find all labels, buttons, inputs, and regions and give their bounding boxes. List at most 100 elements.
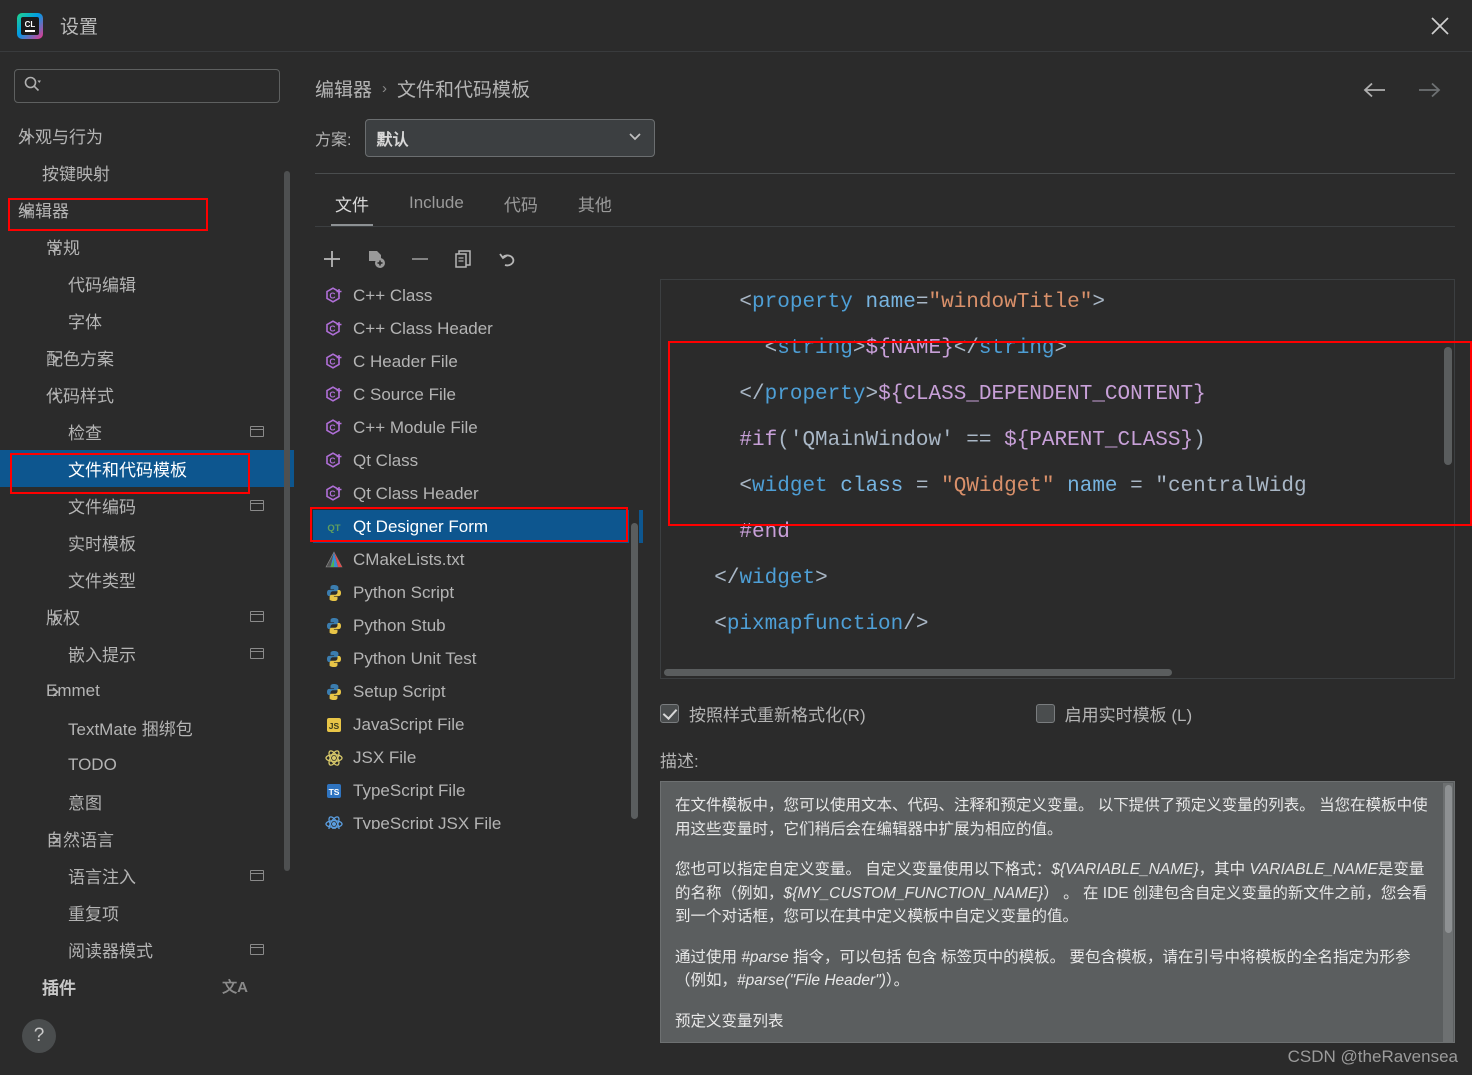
template-item-10[interactable]: Python Stub bbox=[313, 609, 643, 642]
sidebar-item-22[interactable]: 阅读器模式 bbox=[0, 931, 294, 968]
template-item-3[interactable]: C C Source File bbox=[313, 378, 643, 411]
checkbox-icon[interactable] bbox=[660, 704, 679, 723]
tab-label: 其他 bbox=[577, 195, 612, 215]
sidebar-item-17[interactable]: TODO bbox=[0, 746, 294, 783]
sidebar-item-14[interactable]: 嵌入提示 bbox=[0, 635, 294, 672]
code-line-0: <property name="windowTitle"> bbox=[739, 291, 1105, 314]
tab-3[interactable]: 其他 bbox=[558, 179, 632, 227]
chevron-right-icon[interactable] bbox=[20, 129, 34, 143]
window-badge-icon bbox=[250, 611, 264, 622]
template-item-2[interactable]: C C Header File bbox=[313, 345, 643, 378]
tab-2[interactable]: 代码 bbox=[484, 179, 558, 227]
sidebar-item-label: 插件 bbox=[42, 979, 76, 998]
template-item-4[interactable]: C C++ Module File bbox=[313, 411, 643, 444]
template-item-13[interactable]: JS JavaScript File bbox=[313, 708, 643, 741]
sidebar-item-12[interactable]: 文件类型 bbox=[0, 561, 294, 598]
chevron-right-icon[interactable] bbox=[48, 610, 62, 624]
template-item-0[interactable]: C C++ Class bbox=[313, 279, 643, 312]
arrow-right-icon[interactable] bbox=[1416, 81, 1442, 104]
code-line-7: <pixmapfunction/> bbox=[714, 613, 929, 636]
template-item-14[interactable]: JSX File bbox=[313, 741, 643, 774]
template-list-scrollbar[interactable] bbox=[629, 279, 639, 829]
template-item-12[interactable]: Setup Script bbox=[313, 675, 643, 708]
search-input[interactable] bbox=[47, 78, 271, 94]
breadcrumb-current: 文件和代码模板 bbox=[397, 80, 531, 101]
sidebar-item-4[interactable]: 代码编辑 bbox=[0, 265, 294, 302]
template-item-15[interactable]: TS TypeScript File bbox=[313, 774, 643, 807]
template-code-editor[interactable]: <property name="windowTitle"> <string>${… bbox=[660, 279, 1455, 679]
editor-h-scroll-thumb[interactable] bbox=[664, 669, 1172, 676]
template-list-scroll-thumb[interactable] bbox=[631, 523, 638, 819]
copy-template-button[interactable] bbox=[365, 248, 387, 270]
template-item-label: Setup Script bbox=[353, 681, 446, 701]
sidebar-item-10[interactable]: 文件编码 bbox=[0, 487, 294, 524]
scheme-dropdown[interactable]: 默认 bbox=[365, 119, 656, 157]
breadcrumb-parent[interactable]: 编辑器 bbox=[315, 75, 372, 102]
close-icon[interactable] bbox=[1426, 12, 1454, 40]
template-item-1[interactable]: C C++ Class Header bbox=[313, 312, 643, 345]
template-item-8[interactable]: CMakeLists.txt bbox=[313, 543, 643, 576]
tab-1[interactable]: Include bbox=[389, 179, 484, 227]
template-item-label: Qt Class Header bbox=[353, 483, 479, 503]
sidebar-item-8[interactable]: 检查 bbox=[0, 413, 294, 450]
tab-0[interactable]: 文件 bbox=[315, 179, 389, 227]
sidebar-item-9[interactable]: 文件和代码模板 bbox=[0, 450, 294, 487]
chevron-right-icon[interactable] bbox=[48, 684, 62, 698]
search-box[interactable] bbox=[14, 69, 280, 103]
sidebar-item-5[interactable]: 字体 bbox=[0, 302, 294, 339]
description-paragraph-2: 通过使用 #parse 指令，可以包括 包含 标签页中的模板。 要包含模板，请在… bbox=[675, 948, 1411, 990]
breadcrumb: 编辑器 › 文件和代码模板 bbox=[315, 75, 530, 102]
chevron-down-icon[interactable] bbox=[20, 203, 34, 217]
editor-horizontal-scrollbar[interactable] bbox=[662, 667, 1454, 677]
svg-text:C: C bbox=[329, 455, 335, 465]
checkbox-icon[interactable] bbox=[1035, 704, 1055, 723]
editor-v-scroll-thumb[interactable] bbox=[1444, 347, 1452, 465]
template-item-label: C Header File bbox=[353, 351, 458, 371]
sidebar-item-19[interactable]: 自然语言 bbox=[0, 820, 294, 857]
sidebar-item-21[interactable]: 重复项 bbox=[0, 894, 294, 931]
reformat-checkbox[interactable]: 按照样式重新格式化(R) bbox=[660, 701, 866, 726]
scheme-label: 方案: bbox=[315, 132, 352, 149]
sidebar-item-2[interactable]: 编辑器 bbox=[0, 191, 294, 228]
add-template-button[interactable] bbox=[321, 248, 343, 270]
template-item-5[interactable]: C Qt Class bbox=[313, 444, 643, 477]
sidebar-item-13[interactable]: 版权 bbox=[0, 598, 294, 635]
template-item-11[interactable]: Python Unit Test bbox=[313, 642, 643, 675]
sidebar-item-23[interactable]: 插件 文A bbox=[0, 968, 294, 1005]
editor-vertical-scrollbar[interactable] bbox=[1442, 281, 1453, 678]
sidebar-scrollbar[interactable] bbox=[284, 171, 290, 871]
sidebar-item-20[interactable]: 语言注入 bbox=[0, 857, 294, 894]
option-label: 启用实时模板 (L) bbox=[1064, 706, 1193, 725]
chevron-right-icon[interactable] bbox=[48, 240, 62, 254]
sidebar-item-7[interactable]: 代码样式 bbox=[0, 376, 294, 413]
remove-template-button[interactable] bbox=[409, 248, 431, 270]
chevron-right-icon[interactable] bbox=[48, 388, 62, 402]
sidebar-item-18[interactable]: 意图 bbox=[0, 783, 294, 820]
search-container bbox=[0, 53, 294, 113]
sidebar-item-16[interactable]: TextMate 捆绑包 bbox=[0, 709, 294, 746]
chevron-right-icon[interactable] bbox=[48, 351, 62, 365]
sidebar-item-label: 文件类型 bbox=[68, 572, 136, 591]
chevron-right-icon[interactable] bbox=[48, 832, 62, 846]
typescript-icon: TS bbox=[323, 780, 345, 802]
live-templates-checkbox[interactable]: 启用实时模板 (L) bbox=[1035, 701, 1193, 726]
clone-template-button[interactable] bbox=[453, 248, 475, 270]
sidebar-item-6[interactable]: 配色方案 bbox=[0, 339, 294, 376]
sidebar-item-1[interactable]: 按键映射 bbox=[0, 154, 294, 191]
description-scroll-thumb[interactable] bbox=[1445, 785, 1452, 933]
sidebar-item-0[interactable]: 外观与行为 bbox=[0, 117, 294, 154]
dialog-footer: 确定 取消 应用(A) CSDN @theRavensea bbox=[0, 1003, 1472, 1075]
sidebar-item-label: 意图 bbox=[68, 794, 102, 813]
svg-text:C: C bbox=[329, 488, 335, 498]
sidebar-item-11[interactable]: 实时模板 bbox=[0, 524, 294, 561]
python-icon bbox=[323, 648, 345, 670]
sidebar-item-3[interactable]: 常规 bbox=[0, 228, 294, 265]
template-item-7[interactable]: QT Qt Designer Form bbox=[313, 510, 643, 543]
template-item-16[interactable]: TypeScript JSX File bbox=[313, 807, 643, 829]
arrow-left-icon[interactable] bbox=[1362, 81, 1388, 104]
template-item-6[interactable]: C Qt Class Header bbox=[313, 477, 643, 510]
sidebar-item-label: 重复项 bbox=[68, 905, 119, 924]
template-item-9[interactable]: Python Script bbox=[313, 576, 643, 609]
reset-template-button[interactable] bbox=[497, 248, 519, 270]
sidebar-item-15[interactable]: Emmet bbox=[0, 672, 294, 709]
